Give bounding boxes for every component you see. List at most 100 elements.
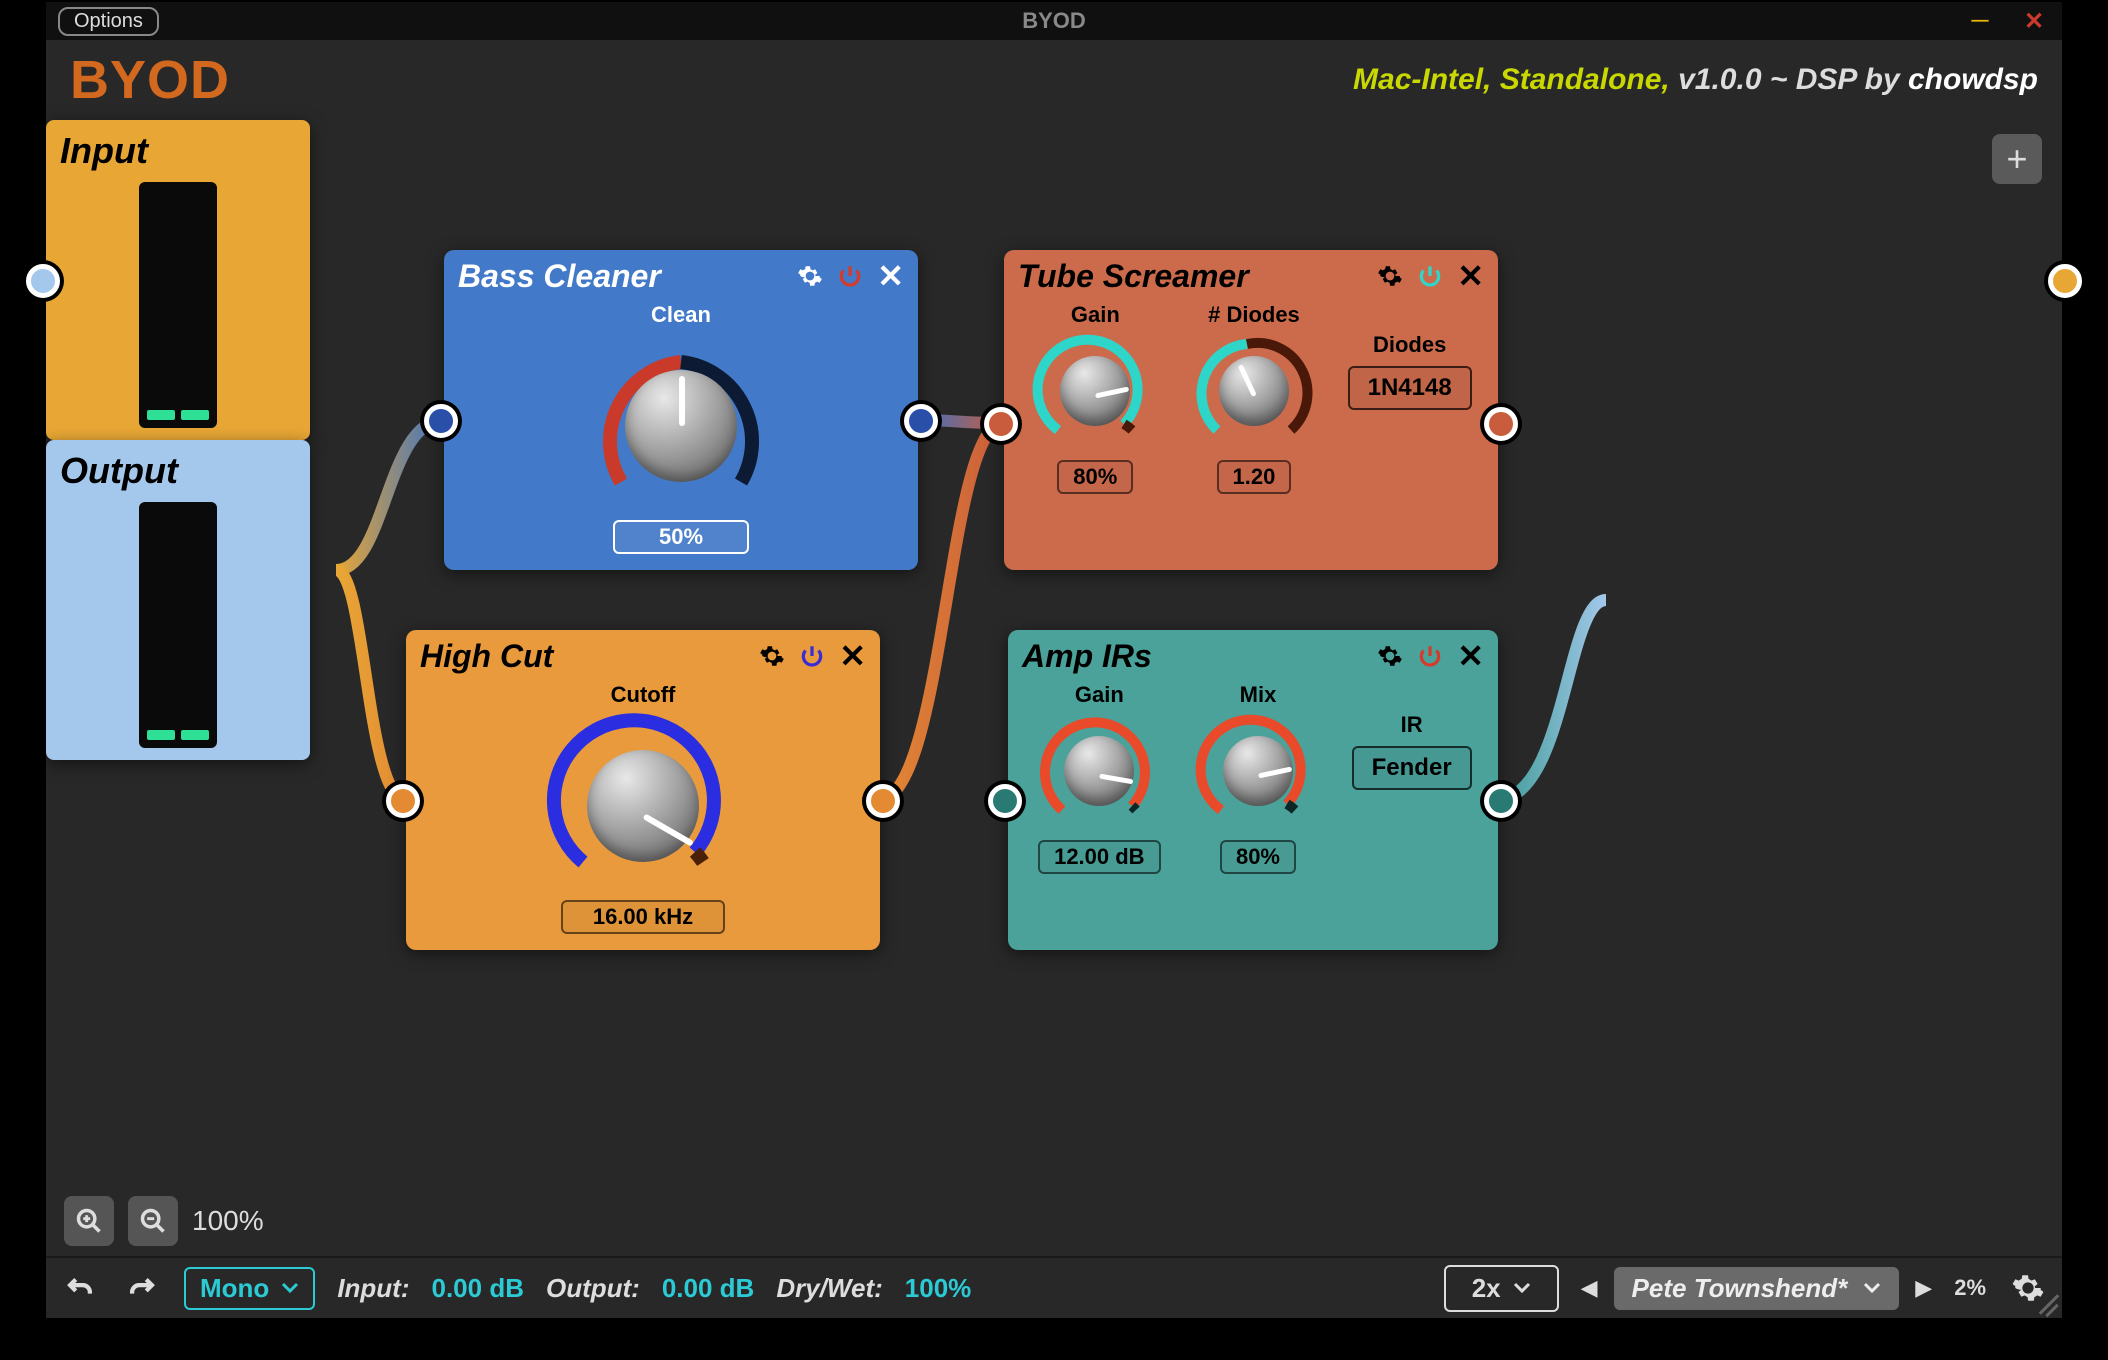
preset-next-button[interactable]: ▶: [1915, 1275, 1932, 1301]
high-cut-node[interactable]: High Cut ✕ Cutoff 16.00 kHz: [406, 630, 880, 950]
ts-gain-label: Gain: [1071, 302, 1120, 328]
preset-controls: ◀ Pete Townshend* ▶: [1581, 1267, 1933, 1310]
air-ir-select[interactable]: Fender: [1352, 746, 1472, 790]
power-icon[interactable]: [837, 263, 863, 289]
cutoff-value[interactable]: 16.00 kHz: [561, 900, 725, 934]
output-in-port[interactable]: [26, 264, 60, 298]
window-title: BYOD: [1022, 8, 1086, 34]
channel-mode-value: Mono: [200, 1273, 269, 1304]
gear-icon[interactable]: [1377, 643, 1403, 669]
high-cut-header[interactable]: High Cut ✕: [406, 630, 880, 682]
tube-screamer-out-port[interactable]: [1484, 407, 1518, 441]
output-node[interactable]: Output: [46, 440, 310, 760]
tagline: Mac-Intel, Standalone, v1.0.0 ~ DSP by c…: [1353, 63, 2038, 97]
gear-icon[interactable]: [1377, 263, 1403, 289]
input-node[interactable]: Input: [46, 120, 310, 440]
input-gain-label: Input:: [337, 1273, 409, 1304]
power-icon[interactable]: [799, 643, 825, 669]
preset-prev-button[interactable]: ◀: [1581, 1275, 1598, 1301]
input-out-port[interactable]: [2048, 264, 2082, 298]
titlebar: Options BYOD ─ ✕: [46, 2, 2062, 40]
tube-screamer-in-port[interactable]: [984, 407, 1018, 441]
chevron-down-icon: [1863, 1282, 1881, 1294]
amp-irs-in-port[interactable]: [988, 784, 1022, 818]
options-button[interactable]: Options: [58, 7, 159, 36]
close-node-icon[interactable]: ✕: [877, 257, 904, 295]
power-icon[interactable]: [1417, 263, 1443, 289]
gear-icon[interactable]: [759, 643, 785, 669]
ts-diodes-count-knob[interactable]: [1189, 332, 1319, 452]
ts-diodes-count-value[interactable]: 1.20: [1217, 460, 1292, 494]
drywet-value[interactable]: 100%: [905, 1273, 972, 1304]
amp-irs-title: Amp IRs: [1022, 638, 1152, 675]
amp-irs-out-port[interactable]: [1484, 784, 1518, 818]
tube-screamer-title: Tube Screamer: [1018, 258, 1249, 295]
window-controls: ─ ✕: [1968, 2, 2056, 40]
air-mix-value[interactable]: 80%: [1220, 840, 1296, 874]
gear-icon[interactable]: [797, 263, 823, 289]
tube-screamer-node[interactable]: Tube Screamer ✕ Gain: [1004, 250, 1498, 570]
undo-button[interactable]: [60, 1268, 100, 1308]
tilde-by: ~ DSP by: [1770, 63, 1900, 96]
input-meter: [139, 182, 217, 428]
bass-cleaner-node[interactable]: Bass Cleaner ✕ Clean 50%: [444, 250, 918, 570]
high-cut-title: High Cut: [420, 638, 553, 675]
close-node-icon[interactable]: ✕: [839, 637, 866, 675]
cutoff-knob[interactable]: [543, 712, 743, 892]
ts-gain-knob[interactable]: [1030, 332, 1160, 452]
air-gain-value[interactable]: 12.00 dB: [1038, 840, 1161, 874]
preset-select[interactable]: Pete Townshend*: [1614, 1267, 1900, 1310]
app-window: Options BYOD ─ ✕ BYOD Mac-Intel, Standal…: [46, 2, 2062, 1318]
minimize-icon[interactable]: ─: [1968, 7, 1992, 35]
drywet-label: Dry/Wet:: [776, 1273, 882, 1304]
tube-screamer-header[interactable]: Tube Screamer ✕: [1004, 250, 1498, 302]
close-node-icon[interactable]: ✕: [1457, 637, 1484, 675]
env-text: Mac-Intel, Standalone,: [1353, 63, 1670, 96]
output-gain-label: Output:: [546, 1273, 640, 1304]
air-mix-label: Mix: [1240, 682, 1277, 708]
power-icon[interactable]: [1417, 643, 1443, 669]
input-gain-value[interactable]: 0.00 dB: [432, 1273, 525, 1304]
high-cut-out-port[interactable]: [866, 784, 900, 818]
close-node-icon[interactable]: ✕: [1457, 257, 1484, 295]
version-text: v1.0.0: [1678, 63, 1761, 96]
air-mix-knob[interactable]: [1193, 712, 1323, 832]
channel-mode-select[interactable]: Mono: [184, 1267, 315, 1310]
ts-diodes-count-label: # Diodes: [1208, 302, 1300, 328]
clean-knob[interactable]: [581, 332, 781, 512]
preset-name: Pete Townshend*: [1632, 1273, 1848, 1304]
oversample-select[interactable]: 2x: [1444, 1265, 1559, 1312]
output-gain-value[interactable]: 0.00 dB: [662, 1273, 755, 1304]
bass-cleaner-header[interactable]: Bass Cleaner ✕: [444, 250, 918, 302]
output-title: Output: [46, 440, 310, 502]
clean-value[interactable]: 50%: [613, 520, 749, 554]
zoom-percent: 100%: [192, 1205, 264, 1237]
app-logo: BYOD: [70, 49, 230, 111]
footer-bar: Mono Input: 0.00 dB Output: 0.00 dB Dry/…: [46, 1256, 2062, 1318]
ts-gain-value[interactable]: 80%: [1057, 460, 1133, 494]
zoom-out-button[interactable]: [128, 1196, 178, 1246]
ts-diodes-select[interactable]: 1N4148: [1348, 366, 1472, 410]
zoom-in-button[interactable]: [64, 1196, 114, 1246]
add-node-button[interactable]: +: [1992, 134, 2042, 184]
clean-label: Clean: [651, 302, 711, 328]
redo-button[interactable]: [122, 1268, 162, 1308]
air-gain-knob[interactable]: [1034, 712, 1164, 832]
chevron-down-icon: [1513, 1282, 1531, 1294]
amp-irs-node[interactable]: Amp IRs ✕ Gain: [1008, 630, 1498, 950]
resize-grip[interactable]: [2032, 1288, 2058, 1314]
close-icon[interactable]: ✕: [2022, 7, 2046, 36]
oversample-value: 2x: [1472, 1273, 1501, 1304]
node-canvas[interactable]: + Input Output Bass Cleaner ✕: [46, 120, 2062, 1208]
cutoff-label: Cutoff: [611, 682, 676, 708]
cpu-meter: 2%: [1954, 1275, 1986, 1301]
bass-cleaner-out-port[interactable]: [904, 404, 938, 438]
high-cut-in-port[interactable]: [386, 784, 420, 818]
chevron-down-icon: [281, 1282, 299, 1294]
amp-irs-header[interactable]: Amp IRs ✕: [1008, 630, 1498, 682]
bass-cleaner-in-port[interactable]: [424, 404, 458, 438]
bass-cleaner-title: Bass Cleaner: [458, 258, 661, 295]
air-gain-label: Gain: [1075, 682, 1124, 708]
brand-text: chowdsp: [1908, 63, 2038, 96]
ts-diodes-label: Diodes: [1373, 332, 1446, 358]
